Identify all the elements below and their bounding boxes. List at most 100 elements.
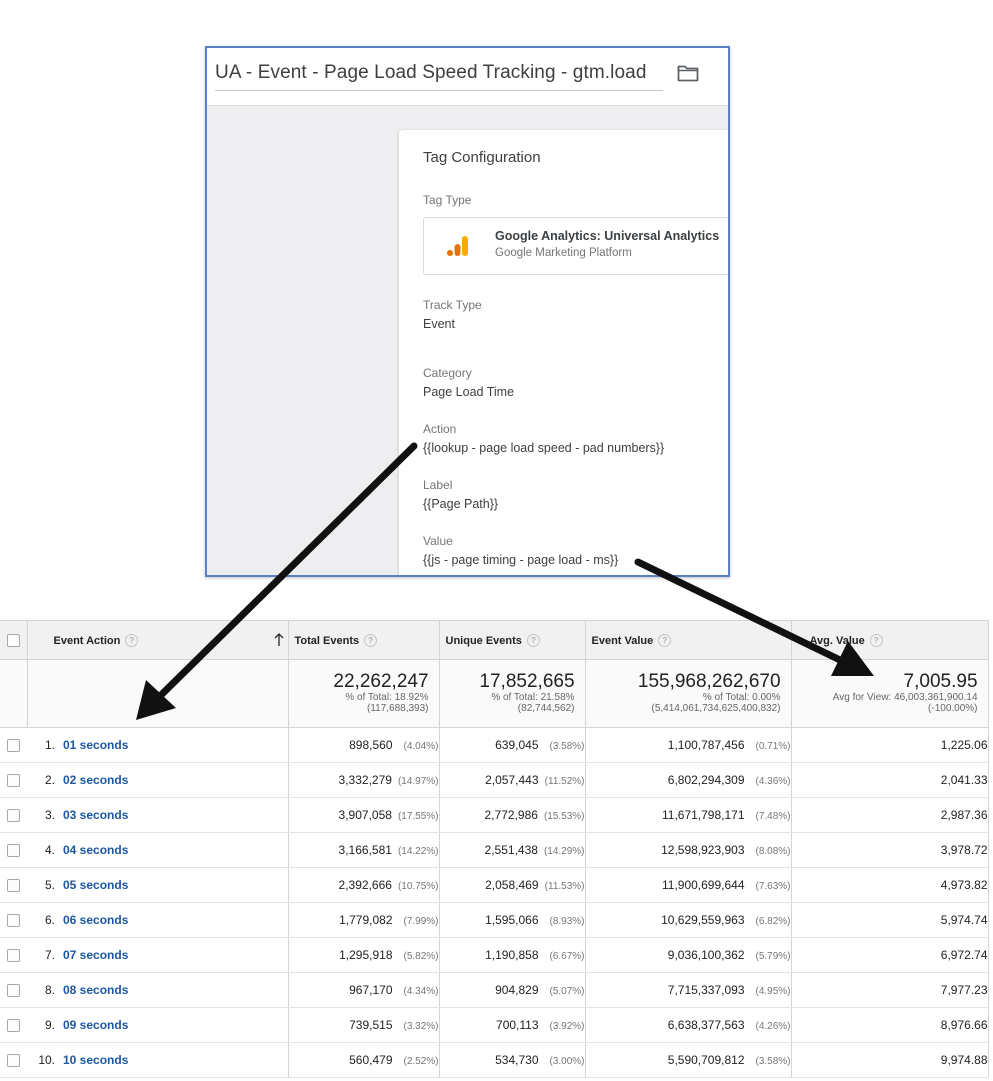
label-value: {{Page Path}} — [423, 497, 499, 511]
unique-events-pct: (3.58%) — [549, 741, 585, 752]
header-avg-value[interactable]: Avg. Value? — [791, 620, 989, 660]
row-checkbox[interactable] — [7, 879, 20, 893]
row-checkbox[interactable] — [7, 1054, 20, 1068]
avg-value-cell: 1,225.06 — [791, 727, 989, 763]
table-row: 4. 04 seconds 3,166,581 (14.22%) 2,551,43… — [0, 832, 989, 868]
event-value-value: 9,036,100,362 — [667, 948, 745, 962]
total-events-value: 739,515 — [349, 1018, 393, 1032]
total-events-value: 3,166,581 — [338, 843, 392, 857]
event-value-value: 12,598,923,903 — [661, 843, 745, 857]
event-value-cell: 7,715,337,093 (4.95%) — [585, 972, 792, 1008]
unique-events-value: 1,595,066 — [485, 913, 539, 927]
avg-value-view-avg: Avg for View: 46,003,361,900.14 — [832, 692, 978, 703]
table-row: 9. 09 seconds 739,515 (3.32%) 700,113 (3.9… — [0, 1007, 989, 1043]
row-checkbox[interactable] — [7, 739, 20, 753]
track-type-label: Track Type — [423, 298, 482, 312]
total-events-value: 3,332,279 — [338, 773, 392, 787]
event-value-pct: (4.26%) — [755, 1021, 791, 1032]
row-checkbox[interactable] — [7, 949, 20, 963]
total-events-pct: (4.34%) — [403, 986, 439, 997]
event-action-link[interactable]: 08 seconds — [63, 983, 128, 997]
event-action-cell: 09 seconds — [63, 1007, 289, 1043]
unique-events-pct: (11.52%) — [544, 776, 585, 787]
table-row: 8. 08 seconds 967,170 (4.34%) 904,829 (5.0… — [0, 972, 989, 1008]
avg-value-cell: 5,974.74 — [791, 902, 989, 938]
event-value-value: 1,100,787,456 — [667, 738, 745, 752]
header-unique-events[interactable]: Unique Events? — [439, 620, 586, 660]
tag-type-selector[interactable]: Google Analytics: Universal Analytics Go… — [423, 217, 728, 275]
total-events-site-total: (117,688,393) — [366, 703, 429, 714]
help-icon[interactable]: ? — [658, 633, 672, 647]
event-value-site-total: (5,414,061,734,625,400,832) — [651, 703, 781, 714]
total-events-value: 898,560 — [349, 738, 393, 752]
event-action-link[interactable]: 09 seconds — [63, 1018, 128, 1032]
header-total-events[interactable]: Total Events? — [288, 620, 440, 660]
tag-name-field[interactable]: UA - Event - Page Load Speed Tracking - … — [215, 62, 646, 84]
unique-events-value: 2,058,469 — [485, 878, 539, 892]
avg-value-cell: 8,976.66 — [791, 1007, 989, 1043]
event-action-link[interactable]: 05 seconds — [63, 878, 128, 892]
avg-value-cell: 2,041.33 — [791, 762, 989, 798]
row-checkbox[interactable] — [7, 914, 20, 928]
unique-events-pct: % of Total: 21.58% — [491, 692, 575, 703]
unique-events-value: 2,057,443 — [485, 773, 539, 787]
event-value-cell: 6,638,377,563 (4.26%) — [585, 1007, 792, 1043]
avg-value-total: 7,005.95 — [903, 671, 978, 692]
row-checkbox[interactable] — [7, 984, 20, 998]
row-checkbox[interactable] — [7, 774, 20, 788]
total-events-cell: 3,332,279 (14.97%) — [288, 762, 440, 798]
help-icon[interactable]: ? — [364, 633, 378, 647]
total-events-pct: (3.32%) — [403, 1021, 439, 1032]
event-action-cell: 05 seconds — [63, 867, 289, 903]
total-events-value: 2,392,666 — [338, 878, 392, 892]
help-icon[interactable]: ? — [869, 633, 883, 647]
event-action-link[interactable]: 02 seconds — [63, 773, 128, 787]
select-all-checkbox[interactable] — [6, 633, 20, 647]
event-action-link[interactable]: 01 seconds — [63, 738, 128, 752]
event-action-report-table: Event Action? Total Events? Unique Event… — [0, 620, 989, 1078]
event-value-pct: (3.58%) — [755, 1056, 791, 1067]
avg-value-cell: 7,977.23 — [791, 972, 989, 1008]
event-action-link[interactable]: 04 seconds — [63, 843, 128, 857]
tag-type-name: Google Analytics: Universal Analytics — [495, 229, 720, 243]
category-label: Category — [423, 366, 472, 380]
event-value-cell: 10,629,559,963 (6.82%) — [585, 902, 792, 938]
row-checkbox[interactable] — [7, 809, 20, 823]
total-events-cell: 2,392,666 (10.75%) — [288, 867, 440, 903]
avg-value-delta: (-100.00%) — [928, 703, 978, 714]
unique-events-cell: 2,058,469 (11.53%) — [439, 867, 586, 903]
row-number: 9. — [27, 1007, 63, 1043]
event-action-link[interactable]: 10 seconds — [63, 1053, 128, 1067]
tag-configuration-card[interactable]: Tag Configuration Tag Type Google Analyt… — [399, 130, 728, 575]
event-value-cell: 11,900,699,644 (7.63%) — [585, 867, 792, 903]
help-icon[interactable]: ? — [526, 633, 540, 647]
event-value-pct: % of Total: 0.00% — [702, 692, 781, 703]
total-events-value: 1,779,082 — [339, 913, 393, 927]
folder-icon[interactable] — [677, 64, 699, 82]
unique-events-pct: (15.53%) — [543, 811, 585, 822]
event-value-value: 11,900,699,644 — [661, 878, 745, 892]
header-avg-value-label: Avg. Value — [809, 634, 865, 647]
header-event-action-label: Event Action — [53, 634, 121, 647]
row-checkbox[interactable] — [7, 844, 20, 858]
row-select-cell — [0, 762, 27, 798]
tag-type-provider: Google Marketing Platform — [495, 247, 632, 259]
table-row: 5. 05 seconds 2,392,666 (10.75%) 2,058,46… — [0, 867, 989, 903]
table-row: 3. 03 seconds 3,907,058 (17.55%) 2,772,98… — [0, 797, 989, 833]
unique-events-cell: 534,730 (3.00%) — [439, 1042, 586, 1078]
row-number: 10. — [27, 1042, 63, 1078]
event-action-link[interactable]: 06 seconds — [63, 913, 128, 927]
total-events-cell: 967,170 (4.34%) — [288, 972, 440, 1008]
action-value: {{lookup - page load speed - pad numbers… — [423, 441, 665, 455]
sort-ascending-icon[interactable] — [274, 633, 284, 647]
category-value: Page Load Time — [423, 385, 515, 399]
event-action-link[interactable]: 07 seconds — [63, 948, 128, 962]
total-events-summary: 22,262,247 % of Total: 18.92% (117,688,3… — [288, 659, 440, 728]
avg-value-cell: 2,987.36 — [791, 797, 989, 833]
header-event-action[interactable]: Event Action? — [27, 620, 289, 660]
event-action-link[interactable]: 03 seconds — [63, 808, 128, 822]
help-icon[interactable]: ? — [125, 633, 139, 647]
header-event-value[interactable]: Event Value? — [585, 620, 792, 660]
event-value-cell: 5,590,709,812 (3.58%) — [585, 1042, 792, 1078]
row-checkbox[interactable] — [7, 1019, 20, 1033]
